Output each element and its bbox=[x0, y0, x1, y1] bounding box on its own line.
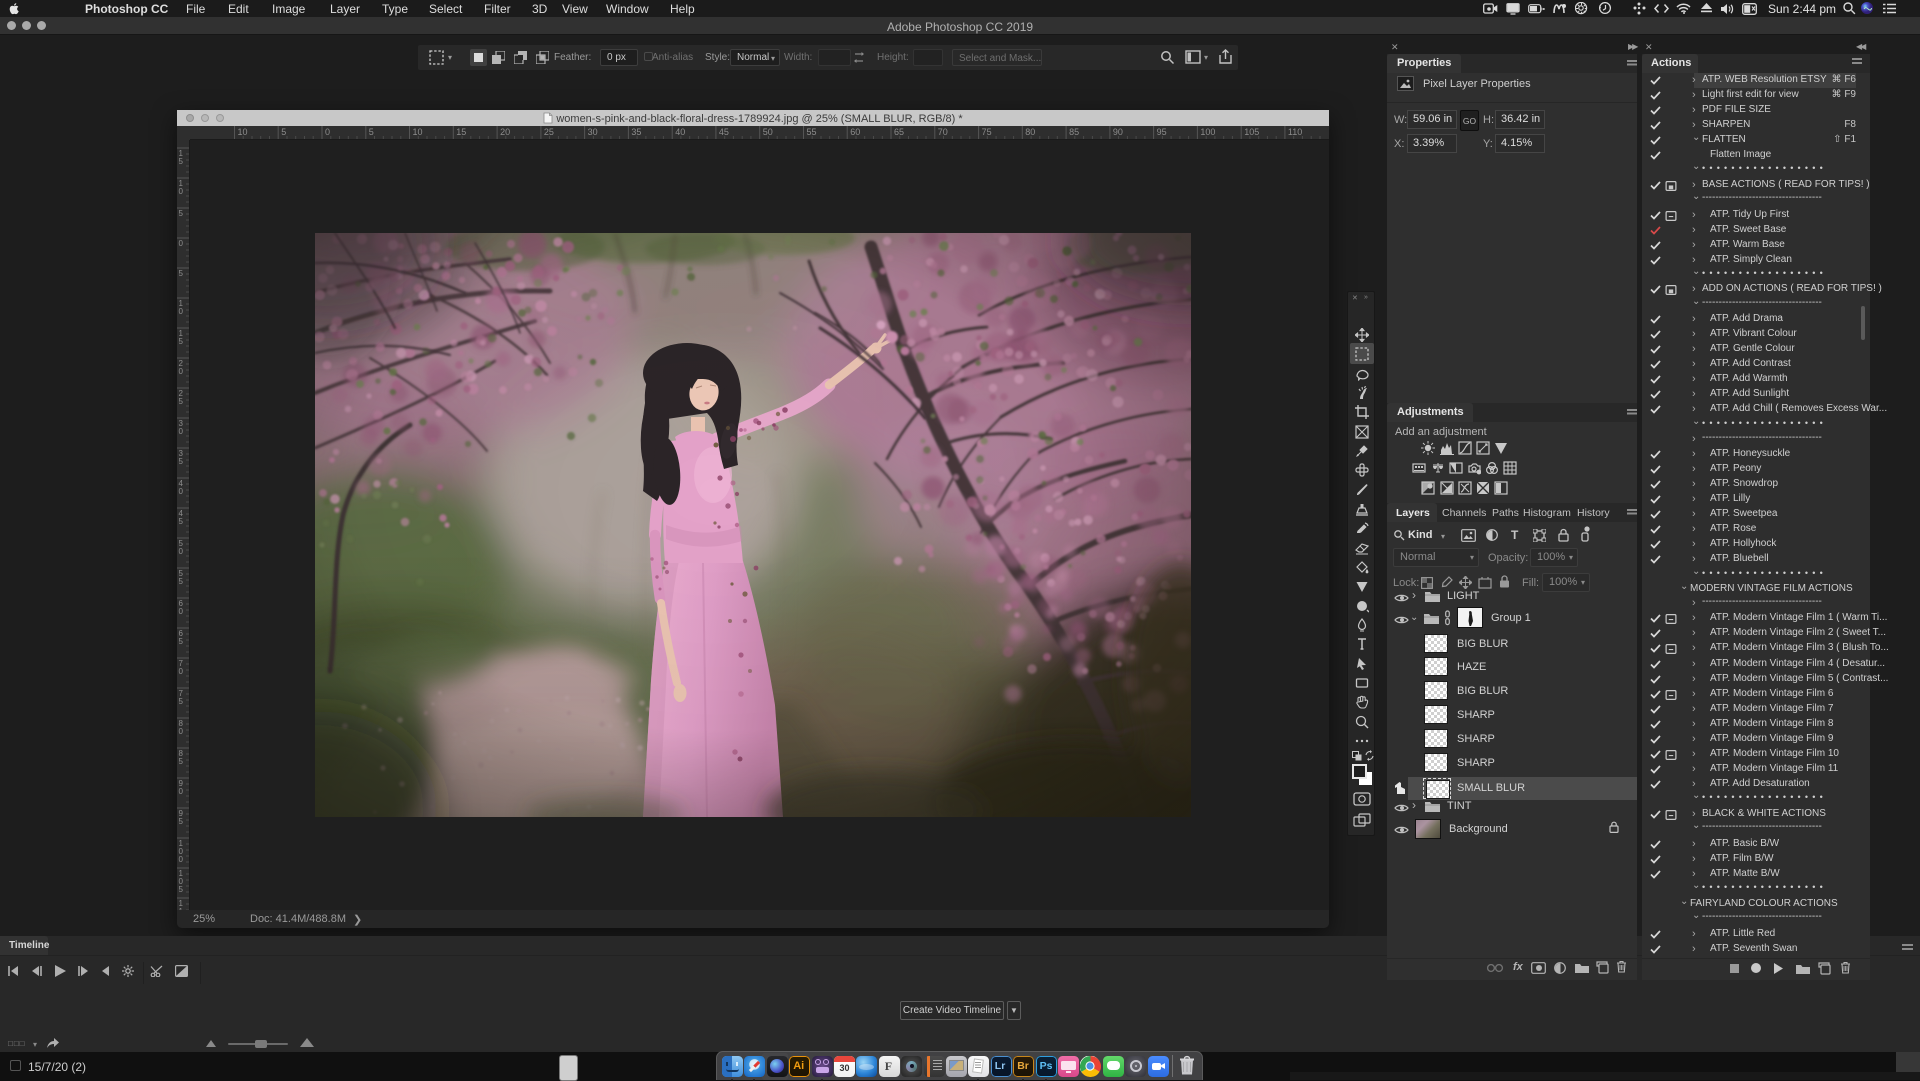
svg-text:0: 0 bbox=[179, 667, 184, 676]
svg-text:105: 105 bbox=[1244, 127, 1259, 137]
svg-text:5: 5 bbox=[179, 457, 184, 466]
svg-text:0: 0 bbox=[179, 307, 184, 316]
svg-text:0: 0 bbox=[179, 855, 184, 864]
svg-text:85: 85 bbox=[1069, 127, 1079, 137]
svg-text:0: 0 bbox=[179, 727, 184, 736]
svg-text:15: 15 bbox=[456, 127, 466, 137]
svg-text:30: 30 bbox=[588, 127, 598, 137]
svg-text:10: 10 bbox=[238, 127, 248, 137]
svg-text:40: 40 bbox=[675, 127, 685, 137]
svg-text:50: 50 bbox=[763, 127, 773, 137]
svg-text:100: 100 bbox=[1200, 127, 1215, 137]
svg-text:5: 5 bbox=[179, 637, 184, 646]
svg-text:5: 5 bbox=[179, 517, 184, 526]
svg-text:5: 5 bbox=[179, 397, 184, 406]
svg-text:35: 35 bbox=[631, 127, 641, 137]
svg-text:0: 0 bbox=[179, 607, 184, 616]
svg-text:5: 5 bbox=[179, 757, 184, 766]
svg-text:0: 0 bbox=[179, 547, 184, 556]
svg-text:5: 5 bbox=[281, 127, 286, 137]
svg-text:5: 5 bbox=[369, 127, 374, 137]
svg-text:5: 5 bbox=[179, 209, 184, 218]
svg-text:0: 0 bbox=[179, 787, 184, 796]
svg-text:5: 5 bbox=[179, 269, 184, 278]
svg-text:70: 70 bbox=[938, 127, 948, 137]
svg-text:0: 0 bbox=[179, 187, 184, 196]
svg-text:55: 55 bbox=[807, 127, 817, 137]
svg-text:5: 5 bbox=[179, 697, 184, 706]
svg-text:5: 5 bbox=[179, 337, 184, 346]
svg-text:5: 5 bbox=[179, 817, 184, 826]
svg-text:20: 20 bbox=[500, 127, 510, 137]
svg-text:0: 0 bbox=[179, 427, 184, 436]
svg-text:25: 25 bbox=[544, 127, 554, 137]
svg-text:75: 75 bbox=[982, 127, 992, 137]
svg-text:95: 95 bbox=[1157, 127, 1167, 137]
svg-text:0: 0 bbox=[179, 239, 184, 248]
svg-text:90: 90 bbox=[1113, 127, 1123, 137]
svg-text:0: 0 bbox=[179, 487, 184, 496]
svg-text:65: 65 bbox=[894, 127, 904, 137]
svg-text:5: 5 bbox=[179, 157, 184, 166]
svg-text:0: 0 bbox=[325, 127, 330, 137]
svg-text:80: 80 bbox=[1025, 127, 1035, 137]
svg-text:5: 5 bbox=[179, 577, 184, 586]
svg-text:5: 5 bbox=[179, 885, 184, 894]
svg-text:10: 10 bbox=[413, 127, 423, 137]
svg-text:110: 110 bbox=[1288, 127, 1302, 137]
svg-text:60: 60 bbox=[850, 127, 860, 137]
svg-text:45: 45 bbox=[719, 127, 729, 137]
svg-text:0: 0 bbox=[179, 367, 184, 376]
